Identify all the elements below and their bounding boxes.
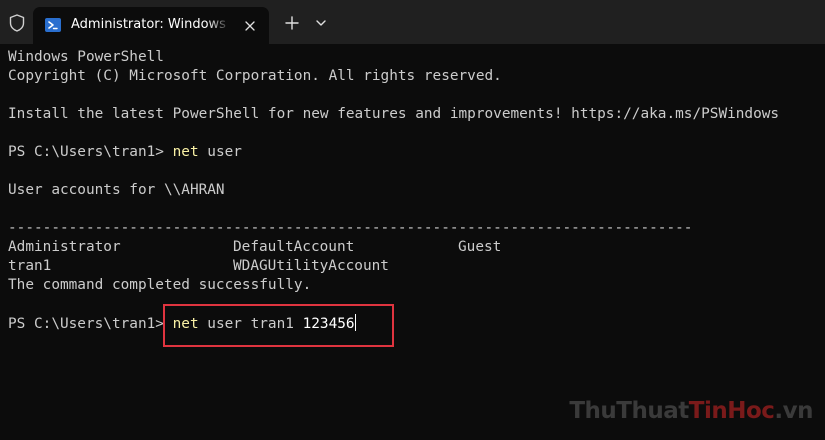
shield-icon [6,12,28,34]
separator-line: ----------------------------------------… [8,220,693,236]
watermark: ThuThuatTinHoc.vn [569,398,813,424]
command-line-1: PS C:\Users\tran1> net user [8,143,242,162]
highlight-box [163,304,394,347]
tab-powershell[interactable]: Administrator: Windows PowerShell [33,7,269,44]
account-name: DefaultAccount [233,239,355,255]
close-icon[interactable] [243,18,257,32]
terminal-output[interactable]: Windows PowerShell Copyright (C) Microso… [0,44,825,440]
account-row: tran1 WDAGUtilityAccount [8,257,608,276]
header-line-2: Copyright (C) Microsoft Corporation. All… [8,68,502,84]
user-accounts-heading: User accounts for \\AHRAN [8,182,225,198]
install-message: Install the latest PowerShell for new fe… [8,106,780,122]
prompt: PS C:\Users\tran1> [8,144,173,160]
completion-message: The command completed successfully. [8,277,312,293]
account-name: Administrator [8,239,121,255]
account-row: Administrator DefaultAccount Guest [8,238,608,257]
tab-title: Administrator: Windows PowerShell [71,17,231,32]
account-name: WDAGUtilityAccount [233,258,389,274]
header-line-1: Windows PowerShell [8,49,164,65]
prompt: PS C:\Users\tran1> [8,316,173,332]
powershell-icon [45,18,61,32]
account-name: Guest [458,239,502,255]
plus-icon[interactable] [282,13,302,33]
account-name: tran1 [8,258,52,274]
title-bar: Administrator: Windows PowerShell [0,0,825,44]
command-name: net [172,144,199,160]
chevron-down-icon[interactable] [312,14,330,32]
command-args: user [198,144,242,160]
